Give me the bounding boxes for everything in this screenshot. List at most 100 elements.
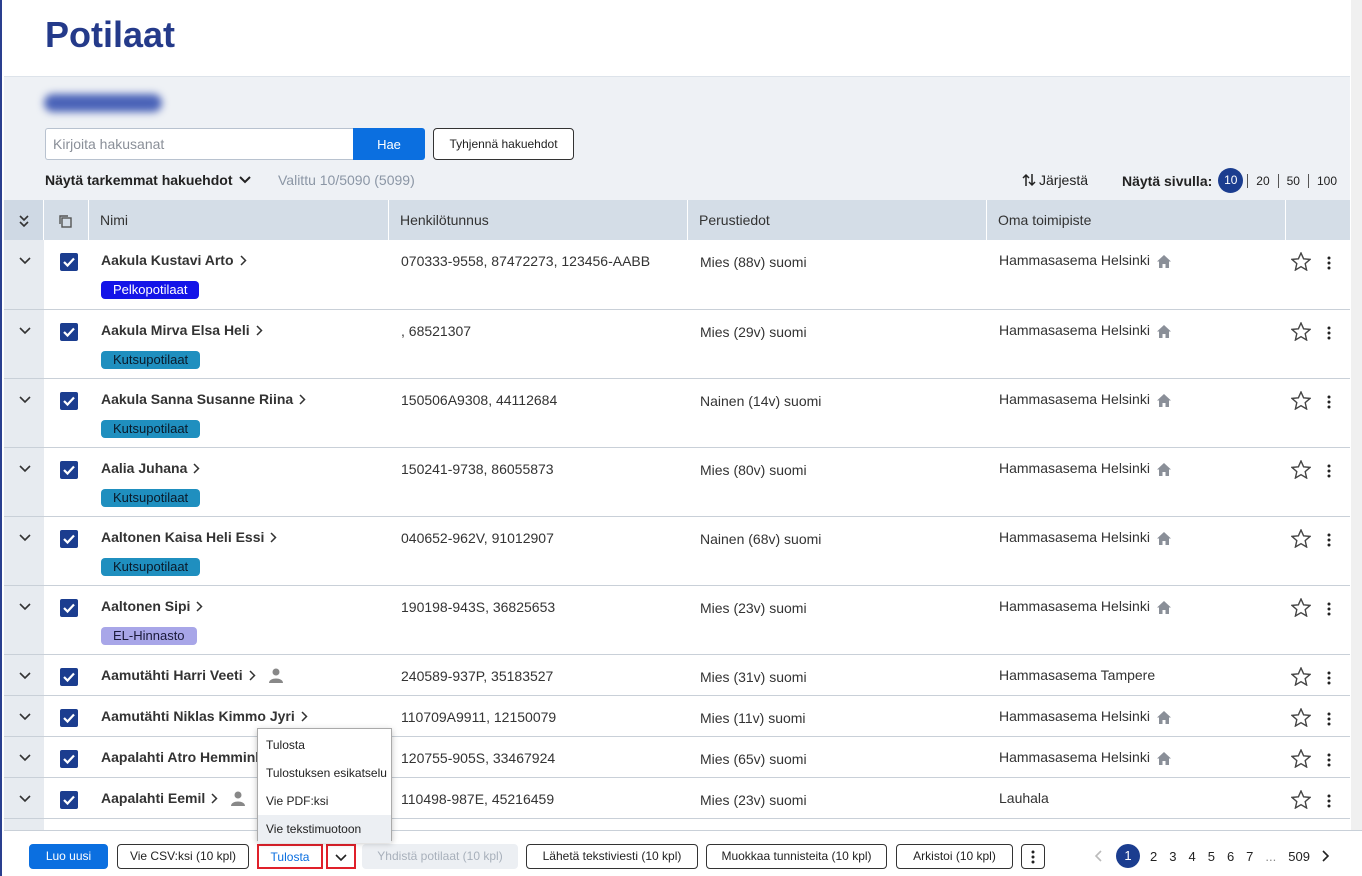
row-checkbox[interactable]: [60, 253, 78, 271]
row-checkbox[interactable]: [60, 709, 78, 727]
table-row[interactable]: Aakula Mirva Elsa Heli Kutsupotilaat , 685…: [4, 310, 1350, 379]
row-checkbox[interactable]: [60, 323, 78, 341]
select-all-checkbox[interactable]: [44, 200, 89, 240]
table-row[interactable]: Aaltonen Sipi EL-Hinnasto 190198-943S, 368…: [4, 586, 1350, 655]
export-csv-button[interactable]: Vie CSV:ksi (10 kpl): [117, 844, 249, 869]
check-icon: [63, 754, 75, 765]
table-row[interactable]: Aalia Juhana Kutsupotilaat 150241-9738, 86…: [4, 448, 1350, 517]
page-size-option[interactable]: 10: [1218, 168, 1247, 193]
table-row[interactable]: Aapalahti Atro Hemmink 120755-905S, 33467…: [4, 737, 1350, 778]
page-link[interactable]: 2: [1144, 849, 1163, 864]
star-icon[interactable]: [1291, 252, 1311, 271]
kebab-menu-icon[interactable]: [1327, 256, 1331, 270]
column-header-ssn[interactable]: Henkilötunnus: [389, 200, 688, 240]
patient-name-link[interactable]: Aamutähti Harri Veeti: [101, 667, 284, 683]
send-sms-button[interactable]: Lähetä tekstiviesti (10 kpl): [526, 844, 698, 869]
patient-name-link[interactable]: Aakula Mirva Elsa Heli: [101, 322, 263, 338]
print-button[interactable]: Tulosta: [257, 844, 323, 869]
search-input[interactable]: [45, 128, 354, 160]
archive-button[interactable]: Arkistoi (10 kpl): [896, 844, 1013, 869]
advanced-search-toggle[interactable]: Näytä tarkemmat hakuehdot: [45, 172, 251, 188]
star-icon[interactable]: [1291, 790, 1311, 809]
row-checkbox[interactable]: [60, 791, 78, 809]
star-icon[interactable]: [1291, 708, 1311, 727]
star-icon[interactable]: [1291, 667, 1311, 686]
kebab-menu-icon[interactable]: [1327, 753, 1331, 767]
star-icon[interactable]: [1291, 529, 1311, 548]
kebab-menu-icon[interactable]: [1327, 602, 1331, 616]
search-button[interactable]: Hae: [353, 128, 425, 160]
chevron-down-icon[interactable]: [18, 669, 32, 683]
row-checkbox[interactable]: [60, 392, 78, 410]
chevron-down-icon[interactable]: [18, 710, 32, 724]
row-checkbox[interactable]: [60, 668, 78, 686]
chevron-down-icon[interactable]: [18, 600, 32, 614]
chevron-right-icon[interactable]: [1320, 850, 1330, 862]
chevron-left-icon[interactable]: [1094, 850, 1104, 862]
page-size-option[interactable]: 100: [1307, 173, 1345, 188]
patient-name-link[interactable]: Aaltonen Kaisa Heli Essi: [101, 529, 277, 545]
table-row[interactable]: Aamutähti Harri Veeti 240589-937P, 351835…: [4, 655, 1350, 696]
table-row[interactable]: Aamutähti Niklas Kimmo Jyri 110709A9911, …: [4, 696, 1350, 737]
kebab-menu-icon[interactable]: [1327, 326, 1331, 340]
patient-name-link[interactable]: Aamutähti Niklas Kimmo Jyri: [101, 708, 308, 724]
chevron-down-icon[interactable]: [18, 462, 32, 476]
sort-button[interactable]: Järjestä: [1022, 172, 1088, 188]
kebab-menu-icon[interactable]: [1327, 464, 1331, 478]
table-row[interactable]: Aakula Kustavi Arto Pelkopotilaat 070333-9…: [4, 240, 1350, 310]
merge-patients-button[interactable]: Yhdistä potilaat (10 kpl): [362, 844, 518, 869]
page-link[interactable]: 4: [1182, 849, 1201, 864]
star-icon[interactable]: [1291, 749, 1311, 768]
kebab-menu-icon[interactable]: [1327, 395, 1331, 409]
row-checkbox[interactable]: [60, 461, 78, 479]
page-size-option[interactable]: 50: [1277, 173, 1308, 188]
table-row[interactable]: Aakula Sanna Susanne Riina Kutsupotilaat 1…: [4, 379, 1350, 448]
vertical-scrollbar[interactable]: [1351, 0, 1362, 830]
page-link[interactable]: 7: [1240, 849, 1259, 864]
create-new-button[interactable]: Luo uusi: [29, 844, 108, 869]
edit-tags-button[interactable]: Muokkaa tunnisteita (10 kpl): [706, 844, 887, 869]
kebab-menu-icon[interactable]: [1327, 533, 1331, 547]
chevron-down-icon[interactable]: [18, 751, 32, 765]
patient-name-link[interactable]: Aalia Juhana: [101, 460, 200, 476]
menu-item-export-text[interactable]: Vie tekstimuotoon: [258, 815, 391, 843]
patient-name-link[interactable]: Aakula Sanna Susanne Riina: [101, 391, 306, 407]
clear-filters-button[interactable]: Tyhjennä hakuehdot: [433, 128, 574, 160]
chevron-down-icon[interactable]: [18, 792, 32, 806]
row-checkbox[interactable]: [60, 530, 78, 548]
column-header-office[interactable]: Oma toimipiste: [987, 200, 1286, 240]
table-row[interactable]: Aaltonen Kaisa Heli Essi Kutsupotilaat 040…: [4, 517, 1350, 586]
menu-item-export-pdf[interactable]: Vie PDF:ksi: [258, 787, 391, 815]
star-icon[interactable]: [1291, 460, 1311, 479]
chevron-down-icon[interactable]: [18, 531, 32, 545]
patient-name-link[interactable]: Aapalahti Eemil: [101, 790, 246, 806]
kebab-menu-icon[interactable]: [1327, 794, 1331, 808]
patient-name-link[interactable]: Aapalahti Atro Hemmink: [101, 749, 276, 765]
print-dropdown-button[interactable]: [326, 844, 356, 869]
page-link-current[interactable]: 1: [1116, 844, 1140, 868]
row-checkbox[interactable]: [60, 750, 78, 768]
page-link[interactable]: 5: [1202, 849, 1221, 864]
patient-name-link[interactable]: Aaltonen Sipi: [101, 598, 204, 614]
more-actions-button[interactable]: [1021, 844, 1045, 869]
kebab-menu-icon[interactable]: [1327, 671, 1331, 685]
star-icon[interactable]: [1291, 322, 1311, 341]
kebab-menu-icon[interactable]: [1327, 712, 1331, 726]
page-link-last[interactable]: 509: [1282, 849, 1316, 864]
menu-item-print[interactable]: Tulosta: [258, 731, 391, 759]
column-header-name[interactable]: Nimi: [89, 200, 389, 240]
expand-all-toggle[interactable]: [4, 200, 44, 240]
star-icon[interactable]: [1291, 391, 1311, 410]
chevron-down-icon[interactable]: [18, 324, 32, 338]
page-link[interactable]: 6: [1221, 849, 1240, 864]
column-header-basic-info[interactable]: Perustiedot: [688, 200, 987, 240]
table-row[interactable]: Aapalahti Eemil 110498-987E, 45216459 Mies…: [4, 778, 1350, 819]
row-checkbox[interactable]: [60, 599, 78, 617]
menu-item-print-preview[interactable]: Tulostuksen esikatselu: [258, 759, 391, 787]
page-size-option[interactable]: 20: [1247, 173, 1277, 188]
page-link[interactable]: 3: [1163, 849, 1182, 864]
chevron-down-icon[interactable]: [18, 393, 32, 407]
chevron-down-icon[interactable]: [18, 254, 32, 268]
star-icon[interactable]: [1291, 598, 1311, 617]
patient-name-link[interactable]: Aakula Kustavi Arto: [101, 252, 247, 268]
